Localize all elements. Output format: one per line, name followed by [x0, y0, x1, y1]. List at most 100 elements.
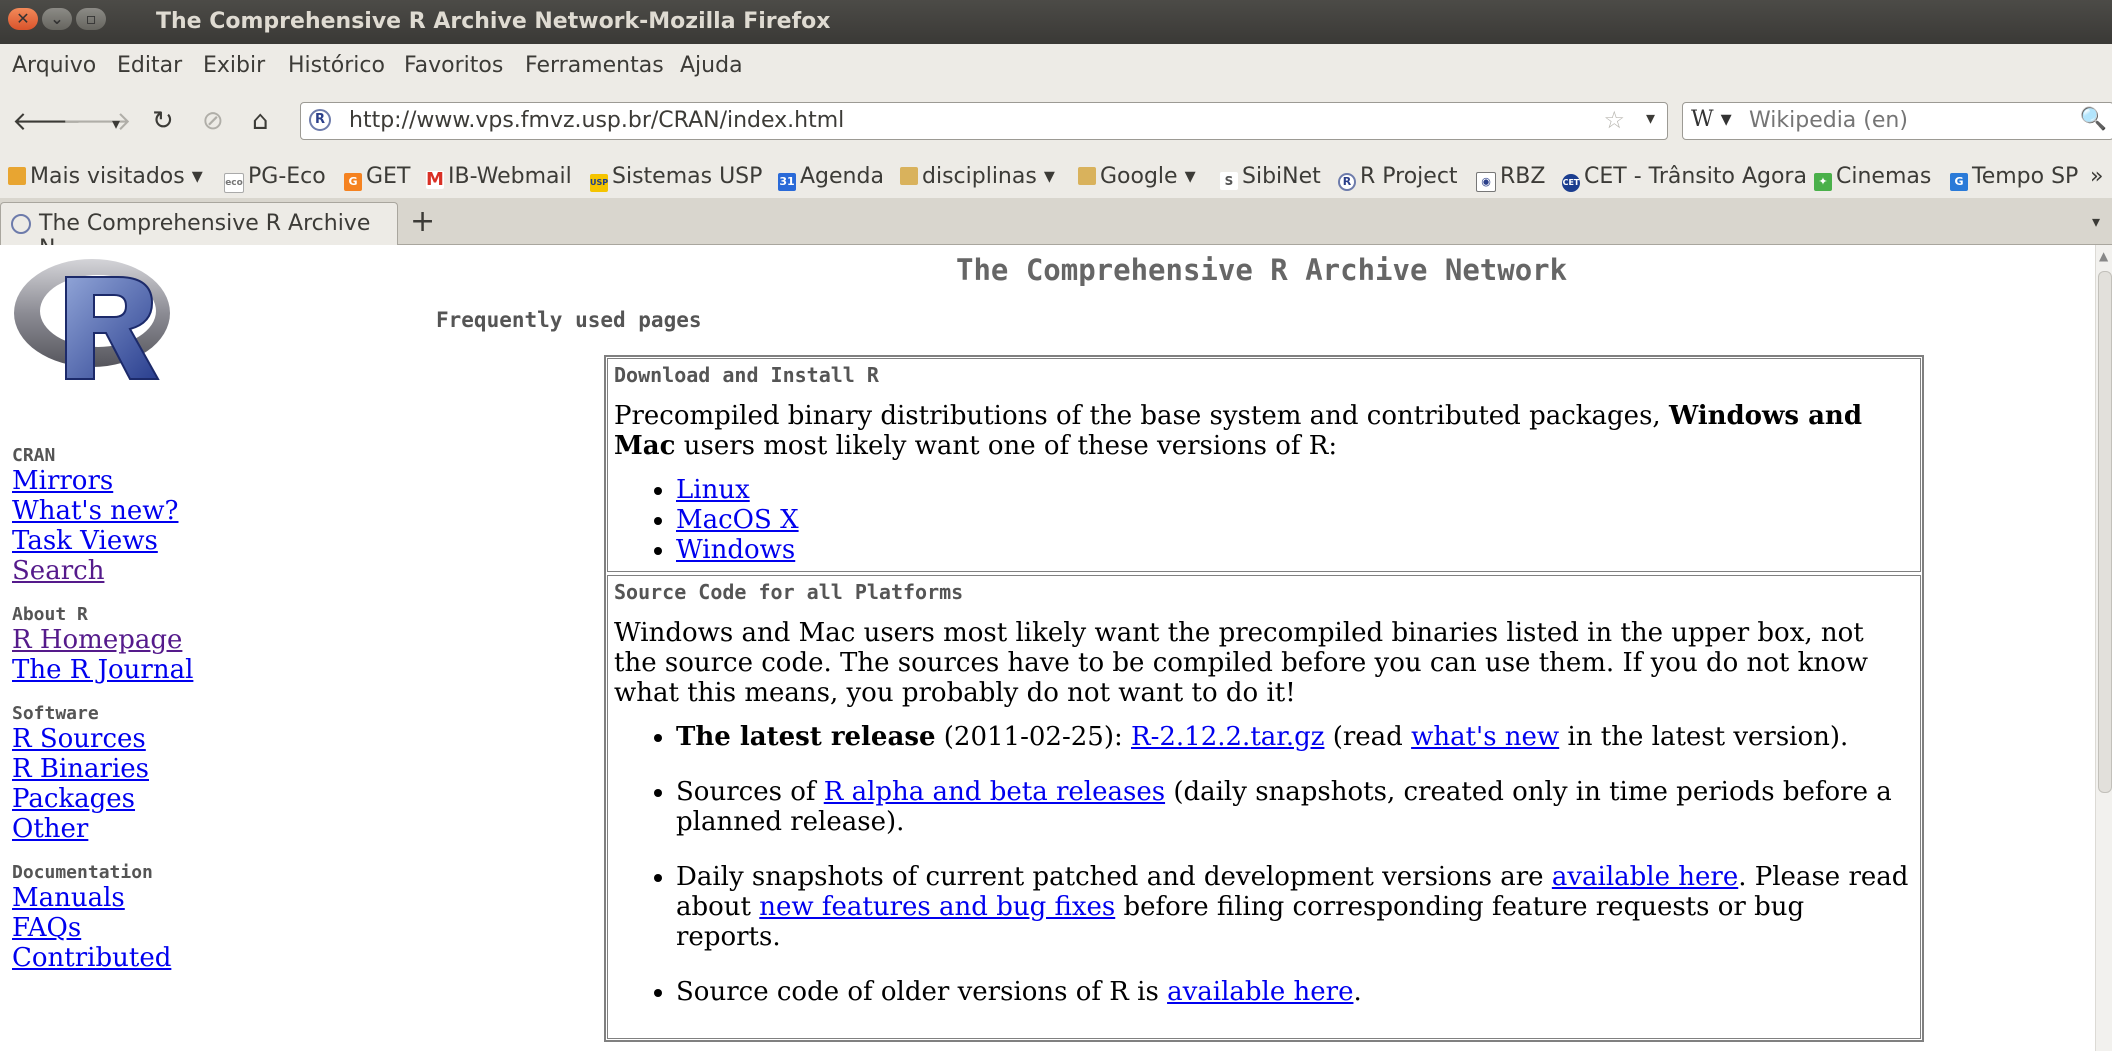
- sidebar-link-task-views[interactable]: Task Views: [12, 526, 193, 556]
- sidebar-heading-software: Software: [12, 703, 99, 724]
- usp-icon: USP: [590, 174, 608, 192]
- download-intro: Precompiled binary distributions of the …: [614, 401, 1862, 461]
- sidebar-link-r-journal[interactable]: The R Journal: [12, 655, 193, 685]
- menu-arquivo[interactable]: Arquivo: [12, 53, 96, 78]
- vertical-scrollbar[interactable]: ▲: [2095, 245, 2112, 1051]
- scroll-up-arrow-icon[interactable]: ▲: [2099, 249, 2108, 263]
- menu-editar[interactable]: Editar: [117, 53, 182, 78]
- url-dropdown-icon[interactable]: ▾: [1646, 108, 1655, 129]
- frequently-used-table: Download and Install R Precompiled binar…: [604, 355, 1924, 1042]
- forward-arrow-icon[interactable]: 🡒: [62, 106, 132, 137]
- daily-snapshots-item: Daily snapshots of current patched and d…: [676, 862, 1914, 952]
- bookmark-cet[interactable]: CET CET - Trânsito Agora: [1562, 164, 1807, 192]
- cet-icon: CET: [1562, 174, 1580, 192]
- bookmark-r-project[interactable]: RR Project: [1338, 164, 1458, 191]
- cinemas-icon: ✦: [1814, 173, 1832, 191]
- sidebar-heading-cran: CRAN: [12, 445, 56, 466]
- sidebar-link-other[interactable]: Other: [12, 814, 193, 844]
- bookmark-rbz[interactable]: ◉ RBZ: [1476, 164, 1545, 192]
- snapshots-available-link[interactable]: available here: [1552, 862, 1738, 892]
- bookmark-star-icon[interactable]: ☆: [1603, 106, 1625, 134]
- source-list: The latest release (2011-02-25): R-2.12.…: [614, 722, 1914, 1007]
- search-bar[interactable]: W ▾ 🔍: [1682, 102, 2112, 140]
- tempo-icon: G: [1950, 173, 1968, 191]
- stop-icon[interactable]: ⊘: [202, 106, 224, 136]
- tab-bar: The Comprehensive R Archive N... + ▾: [0, 198, 2112, 261]
- bookmark-mais-visitados[interactable]: Mais visitados ▾: [8, 164, 203, 189]
- window-maximize-icon[interactable]: ▫: [76, 8, 106, 30]
- search-input[interactable]: [1747, 107, 2051, 134]
- window-titlebar: ✕ ⌄ ▫ The Comprehensive R Archive Networ…: [0, 0, 2112, 44]
- bookmark-ib-webmail[interactable]: M IB-Webmail: [426, 164, 572, 189]
- calendar-icon: 31: [778, 173, 796, 191]
- macosx-link[interactable]: MacOS X: [676, 505, 799, 535]
- tab-cran[interactable]: The Comprehensive R Archive N...: [0, 202, 398, 261]
- window-title: The Comprehensive R Archive Network-Mozi…: [156, 9, 831, 34]
- mail-icon: M: [426, 169, 444, 190]
- window-minimize-icon[interactable]: ⌄: [42, 8, 72, 30]
- rbz-icon: ◉: [1476, 172, 1496, 192]
- sidebar-link-faqs[interactable]: FAQs: [12, 913, 193, 943]
- home-icon[interactable]: ⌂: [252, 106, 269, 136]
- get-icon: G: [344, 173, 362, 191]
- bookmarks-overflow-icon[interactable]: »: [2090, 164, 2103, 189]
- navigation-toolbar: 🡐 🡒 ▾ ↻ ⊘ ⌂ R http://www.vps.fmvz.usp.br…: [0, 84, 2112, 158]
- download-list: Linux MacOS X Windows: [614, 475, 1914, 565]
- bookmark-disciplinas[interactable]: disciplinas ▾: [900, 164, 1055, 189]
- url-text[interactable]: http://www.vps.fmvz.usp.br/CRAN/index.ht…: [349, 108, 844, 133]
- new-tab-icon[interactable]: +: [410, 204, 435, 239]
- tarball-link[interactable]: R-2.12.2.tar.gz: [1131, 722, 1324, 752]
- scrollbar-thumb[interactable]: [2098, 271, 2112, 793]
- source-heading: Source Code for all Platforms: [614, 580, 964, 604]
- windows-link[interactable]: Windows: [676, 535, 795, 565]
- window-close-icon[interactable]: ✕: [8, 8, 38, 30]
- sidebar-link-contributed[interactable]: Contributed: [12, 943, 193, 973]
- list-item: MacOS X: [676, 505, 1914, 535]
- download-heading: Download and Install R: [614, 363, 879, 387]
- menu-ajuda[interactable]: Ajuda: [680, 53, 743, 78]
- new-features-link[interactable]: new features and bug fixes: [759, 892, 1115, 922]
- menu-ferramentas[interactable]: Ferramentas: [525, 53, 664, 78]
- alpha-beta-link[interactable]: R alpha and beta releases: [824, 777, 1165, 807]
- r-icon: R: [1338, 173, 1356, 191]
- sidebar-link-r-homepage[interactable]: R Homepage: [12, 625, 193, 655]
- sidebar-link-manuals[interactable]: Manuals: [12, 883, 193, 913]
- bookmark-sibinet[interactable]: S SibiNet: [1220, 164, 1321, 190]
- list-item: Windows: [676, 535, 1914, 565]
- history-dropdown-icon[interactable]: ▾: [112, 114, 120, 133]
- wikipedia-icon[interactable]: W ▾: [1691, 107, 1732, 132]
- bookmarks-toolbar: Mais visitados ▾ eco PG-Eco G GET M IB-Webm…: [0, 158, 2112, 198]
- sidebar-heading-documentation: Documentation: [12, 862, 153, 883]
- menu-exibir[interactable]: Exibir: [203, 53, 265, 78]
- whats-new-link[interactable]: what's new: [1411, 722, 1559, 752]
- menu-favoritos[interactable]: Favoritos: [404, 53, 503, 78]
- bookmark-cinemas[interactable]: ✦ Cinemas: [1814, 164, 1931, 191]
- sidebar-link-search[interactable]: Search: [12, 556, 193, 586]
- source-intro: Windows and Mac users most likely want t…: [614, 618, 1869, 708]
- older-versions-item: Source code of older versions of R is av…: [676, 977, 1914, 1007]
- download-install-box: Download and Install R Precompiled binar…: [607, 358, 1921, 572]
- older-versions-link[interactable]: available here: [1167, 977, 1353, 1007]
- bookmark-agenda[interactable]: 31 Agenda: [778, 164, 884, 191]
- url-bar[interactable]: R http://www.vps.fmvz.usp.br/CRAN/index.…: [300, 102, 1668, 140]
- sidebar-heading-about-r: About R: [12, 604, 88, 625]
- folder-icon: [900, 167, 918, 185]
- reload-icon[interactable]: ↻: [152, 106, 174, 136]
- linux-link[interactable]: Linux: [676, 475, 750, 505]
- bookmark-get[interactable]: G GET: [344, 164, 410, 191]
- page-title: The Comprehensive R Archive Network: [956, 253, 1568, 287]
- search-icon[interactable]: 🔍: [2080, 107, 2107, 132]
- sidebar-link-r-binaries[interactable]: R Binaries: [12, 754, 193, 784]
- menu-bar: Arquivo Editar Exibir Histórico Favorito…: [0, 44, 2112, 84]
- r-icon: [11, 214, 31, 234]
- bookmark-tempo-sp[interactable]: G Tempo SP: [1950, 164, 2078, 191]
- sidebar-link-mirrors[interactable]: Mirrors: [12, 466, 193, 496]
- tab-list-dropdown-icon[interactable]: ▾: [2092, 212, 2100, 231]
- bookmark-google[interactable]: Google ▾: [1078, 164, 1196, 189]
- menu-historico[interactable]: Histórico: [288, 53, 385, 78]
- sidebar-link-r-sources[interactable]: R Sources: [12, 724, 193, 754]
- sidebar-link-whats-new[interactable]: What's new?: [12, 496, 193, 526]
- sidebar-link-packages[interactable]: Packages: [12, 784, 193, 814]
- bookmark-pg-eco[interactable]: eco PG-Eco: [224, 164, 326, 193]
- bookmark-sistemas-usp[interactable]: USP Sistemas USP: [590, 164, 762, 192]
